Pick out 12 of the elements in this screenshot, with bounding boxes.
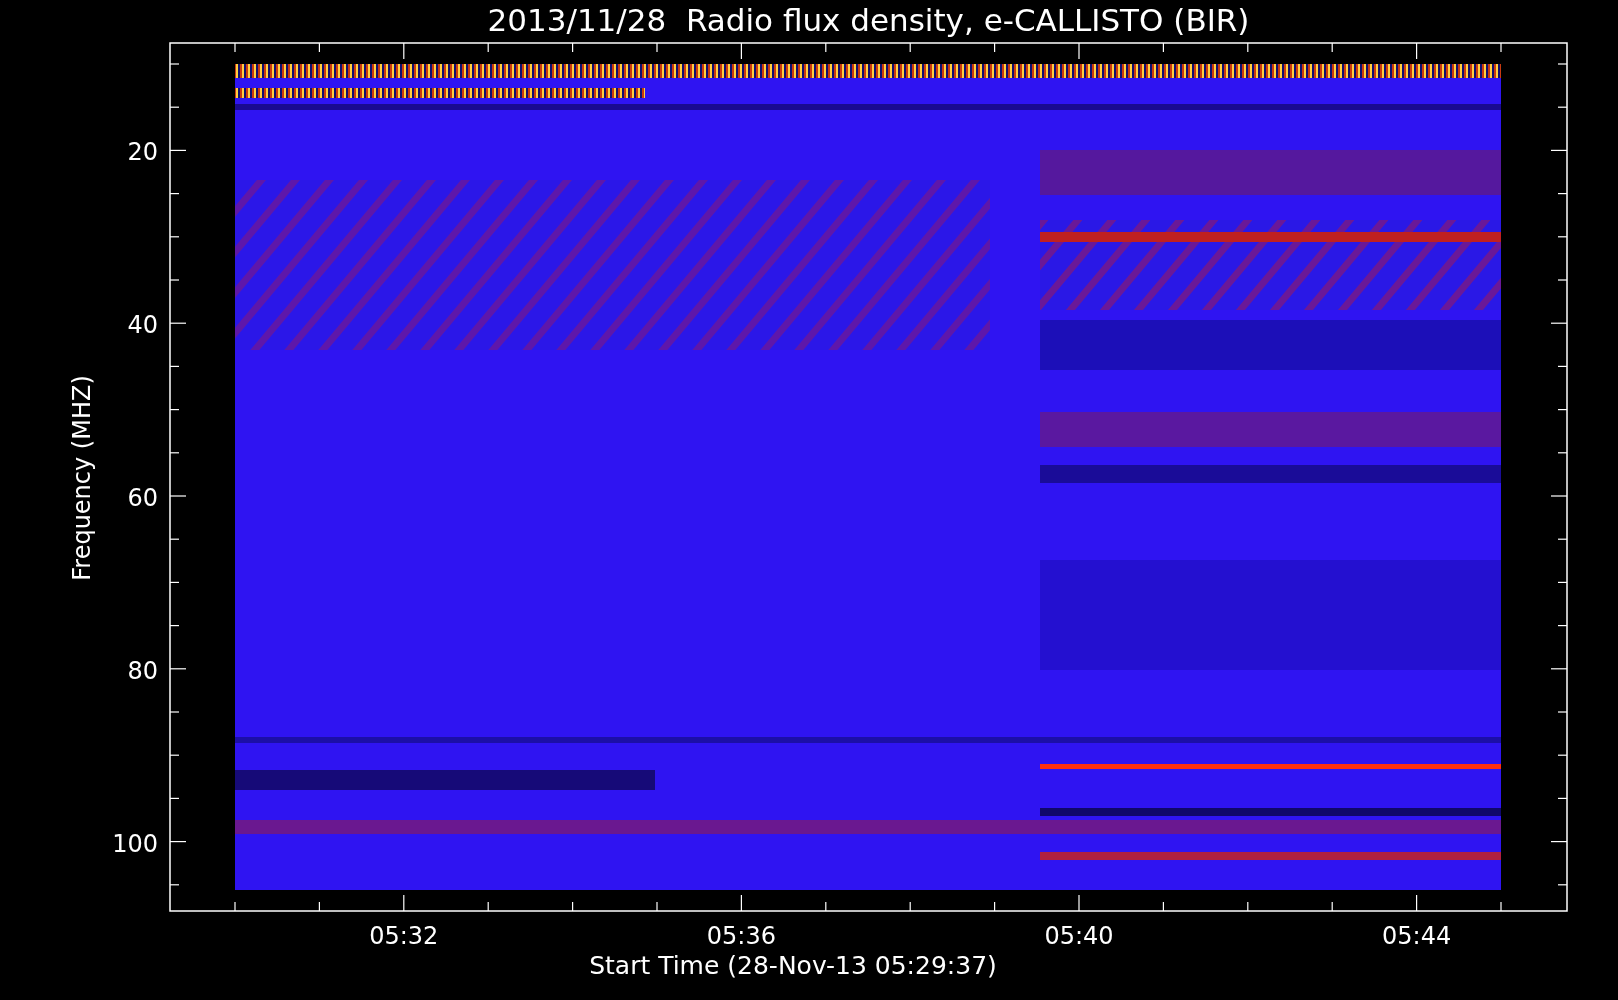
y-axis-label: Frequency (MHZ) xyxy=(68,375,96,581)
y-tick-label: 100 xyxy=(112,829,158,858)
y-tick-label: 60 xyxy=(127,484,158,512)
chart-title: 2013/11/28 Radio flux density, e-CALLISTO (BIR) xyxy=(487,2,1250,38)
y-tick-label: 20 xyxy=(127,138,158,167)
y-tick-label: 40 xyxy=(127,311,158,340)
x-tick-label: 05:36 xyxy=(706,922,776,950)
x-axis-label: Start Time (28-Nov-13 05:29:37) xyxy=(589,951,997,980)
x-tick-label: 05:44 xyxy=(1382,922,1452,950)
y-tick-label: 80 xyxy=(127,656,158,685)
x-tick-label: 05:40 xyxy=(1044,922,1114,950)
x-tick-label: 05:32 xyxy=(369,922,439,950)
